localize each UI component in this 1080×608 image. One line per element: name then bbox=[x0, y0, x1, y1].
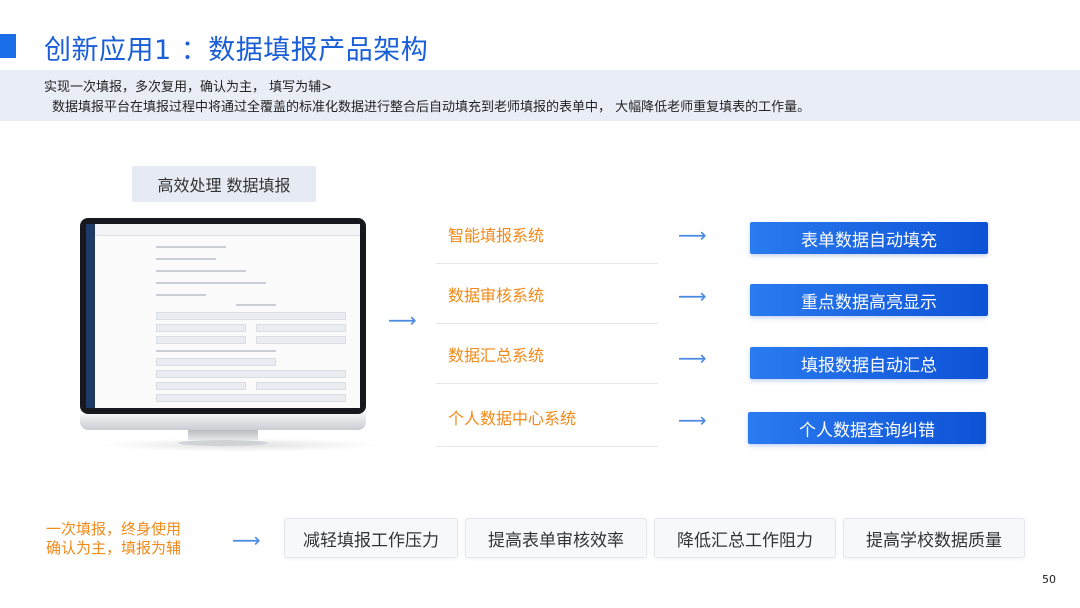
slogan-line-1: 一次填报，终身使用 bbox=[46, 520, 182, 538]
page-title: 创新应用1 ：数据填报产品架构 bbox=[44, 35, 429, 66]
benefit-lower-summary[interactable]: 降低汇总工作阻力 bbox=[654, 518, 836, 558]
benefit-reduce-pressure[interactable]: 减轻填报工作压力 bbox=[284, 518, 458, 558]
screen-field bbox=[156, 324, 246, 332]
benefit-improve-audit[interactable]: 提高表单审核效率 bbox=[465, 518, 647, 558]
right-arrow-icon: ⟶ bbox=[388, 308, 417, 332]
system-name: 数据汇总系统 bbox=[448, 346, 545, 365]
system-item: 个人数据中心系统 bbox=[436, 403, 658, 447]
screen-field bbox=[256, 382, 346, 390]
screen-line bbox=[156, 246, 226, 248]
screen-topbar bbox=[95, 224, 360, 236]
system-name: 智能填报系统 bbox=[448, 226, 545, 245]
efficient-processing-label: 高效处理 数据填报 bbox=[132, 166, 316, 202]
screen-line bbox=[236, 304, 276, 306]
result-autofill-button[interactable]: 表单数据自动填充 bbox=[750, 222, 988, 254]
result-summary-button[interactable]: 填报数据自动汇总 bbox=[750, 347, 988, 379]
title-accent-bar bbox=[0, 34, 16, 58]
screen-sidebar bbox=[86, 224, 95, 408]
screen-line bbox=[156, 258, 216, 260]
screen-line bbox=[156, 350, 276, 352]
system-item: 数据汇总系统 bbox=[436, 340, 658, 384]
screen-field bbox=[156, 336, 246, 344]
slogan-line-2: 确认为主，填报为辅 bbox=[46, 539, 182, 557]
screen-field bbox=[156, 370, 346, 378]
page-number: 50 bbox=[1042, 573, 1056, 586]
right-arrow-icon: ⟶ bbox=[678, 408, 707, 432]
screen-line bbox=[156, 294, 206, 296]
right-arrow-icon: ⟶ bbox=[678, 223, 707, 247]
screen-field bbox=[256, 324, 346, 332]
result-highlight-button[interactable]: 重点数据高亮显示 bbox=[750, 284, 988, 316]
system-item: 智能填报系统 bbox=[436, 220, 658, 264]
screen-line bbox=[156, 270, 246, 272]
system-name: 数据审核系统 bbox=[448, 286, 545, 305]
right-arrow-icon: ⟶ bbox=[678, 284, 707, 308]
monitor-base bbox=[178, 440, 268, 446]
screen-field bbox=[156, 394, 346, 402]
monitor-screen-form bbox=[86, 224, 360, 408]
screen-field bbox=[256, 336, 346, 344]
benefit-data-quality[interactable]: 提高学校数据质量 bbox=[843, 518, 1025, 558]
screen-line bbox=[156, 282, 266, 284]
system-item: 数据审核系统 bbox=[436, 280, 658, 324]
system-name: 个人数据中心系统 bbox=[448, 409, 577, 428]
right-arrow-icon: ⟶ bbox=[232, 528, 261, 552]
intro-description: 数据填报平台在填报过程中将通过全覆盖的标准化数据进行整合后自动填充到老师填报的表… bbox=[52, 100, 811, 115]
intro-headline: 实现一次填报，多次复用，确认为主， 填写为辅> bbox=[44, 80, 333, 95]
result-query-button[interactable]: 个人数据查询纠错 bbox=[748, 412, 986, 444]
right-arrow-icon: ⟶ bbox=[678, 346, 707, 370]
screen-field bbox=[156, 358, 276, 366]
screen-form-header bbox=[156, 312, 346, 320]
monitor-stand bbox=[188, 430, 258, 440]
monitor-chin bbox=[80, 414, 366, 430]
screen-field bbox=[156, 382, 246, 390]
